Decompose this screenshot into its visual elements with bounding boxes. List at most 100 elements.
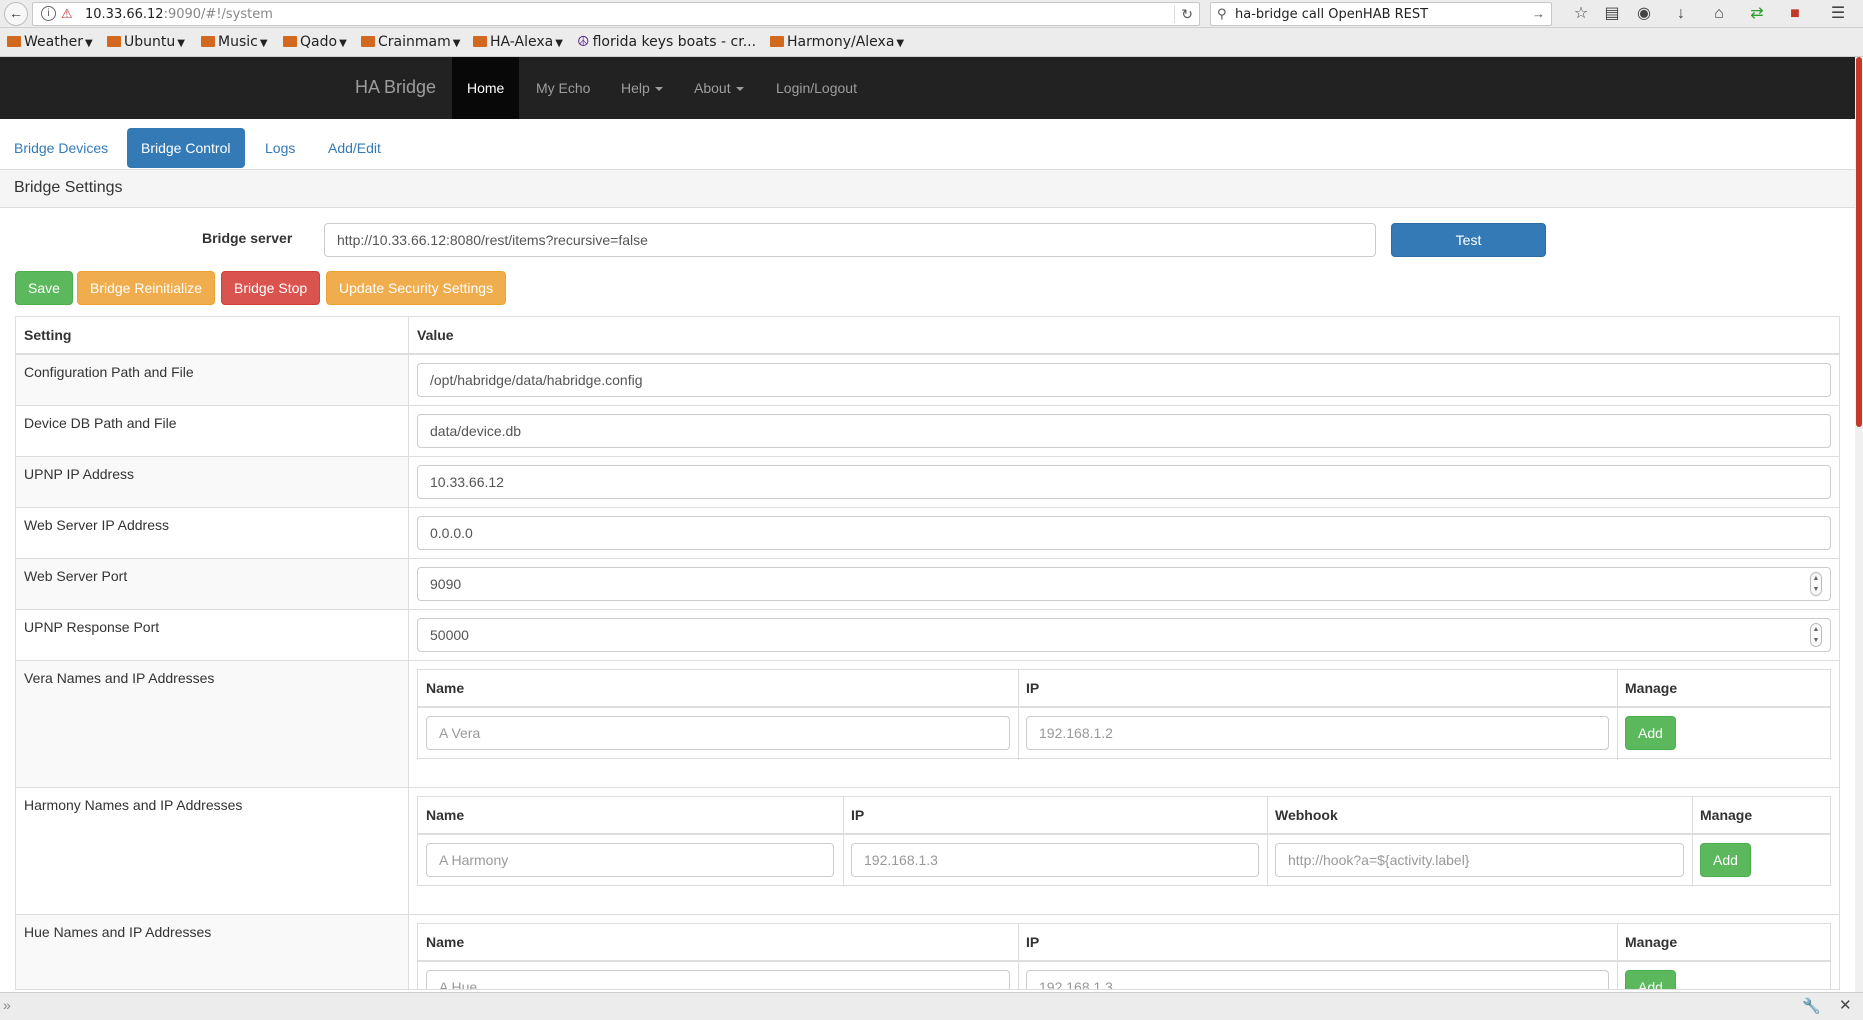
folder-icon <box>770 36 784 47</box>
table-row: Web Server Port 9090 ▲ ▼ <box>16 559 1839 610</box>
wrench-icon[interactable]: 🔧 <box>1802 997 1821 1015</box>
header-value: Value <box>417 327 454 343</box>
navbar-brand[interactable]: HA Bridge <box>355 77 436 98</box>
col-ip: IP <box>1026 680 1040 696</box>
device-db-path-input[interactable] <box>417 414 1831 448</box>
url-bar[interactable]: i ⚠ 10.33.66.12:9090/#!/system ↻ <box>32 2 1200 26</box>
addon-icon[interactable]: ■ <box>1784 3 1806 25</box>
bridge-stop-button[interactable]: Bridge Stop <box>221 271 321 305</box>
home-icon[interactable]: ⌂ <box>1708 3 1730 25</box>
settings-table: Setting Value Configuration Path and Fil… <box>15 316 1840 990</box>
table-row: UPNP IP Address <box>16 457 1839 508</box>
hue-add-button[interactable]: Add <box>1625 970 1676 989</box>
browser-toolbar: ← i ⚠ 10.33.66.12:9090/#!/system ↻ ⚲ ha-… <box>0 0 1863 28</box>
table-row: Configuration Path and File <box>16 355 1839 406</box>
nav-about[interactable]: About <box>679 57 759 119</box>
vera-table: Name IP Manage Add <box>417 669 1831 760</box>
caret-down-icon <box>654 87 663 92</box>
double-chevron-icon[interactable]: » <box>3 997 11 1013</box>
config-path-input[interactable] <box>417 363 1831 397</box>
hue-ip-input[interactable] <box>1026 970 1609 989</box>
bookmark-weather[interactable]: Weather ▼ <box>7 34 93 50</box>
col-manage: Manage <box>1625 680 1678 696</box>
caret-down-icon <box>735 87 744 92</box>
bookmark-star-icon[interactable]: ☆ <box>1570 3 1592 25</box>
bookmark-harmony-alexa[interactable]: Harmony/Alexa ▼ <box>770 34 904 50</box>
menu-icon[interactable]: ☰ <box>1827 3 1849 25</box>
folder-icon <box>361 36 375 47</box>
nav-login-logout[interactable]: Login/Logout <box>761 57 872 119</box>
search-icon: ⚲ <box>1217 6 1227 21</box>
harmony-name-input[interactable] <box>426 843 834 877</box>
reading-list-icon[interactable]: ▤ <box>1601 3 1623 25</box>
harmony-table-header: Name IP Webhook Manage <box>418 797 1830 835</box>
bookmarks-bar: Weather ▼ Ubuntu ▼ Music ▼ Qado ▼ Crainmam ▼ … <box>0 28 1863 57</box>
upnp-response-port-input[interactable]: 50000 ▲ ▼ <box>417 618 1831 652</box>
nav-help[interactable]: Help <box>606 57 678 119</box>
number-spinner-icon[interactable]: ▲ ▼ <box>1810 623 1822 647</box>
setting-label: Web Server IP Address <box>24 517 169 533</box>
bookmark-music[interactable]: Music ▼ <box>201 34 268 50</box>
web-server-port-input[interactable]: 9090 ▲ ▼ <box>417 567 1831 601</box>
upnp-ip-input[interactable] <box>417 465 1831 499</box>
nav-home[interactable]: Home <box>452 57 520 119</box>
reload-icon[interactable]: ↻ <box>1174 6 1193 23</box>
close-icon[interactable]: ✕ <box>1839 996 1852 1014</box>
sync-arrows-icon[interactable]: ⇄ <box>1746 3 1768 25</box>
harmony-ip-input[interactable] <box>851 843 1259 877</box>
vera-add-button[interactable]: Add <box>1625 716 1676 750</box>
table-row: UPNP Response Port 50000 ▲ ▼ <box>16 610 1839 661</box>
web-server-ip-input[interactable] <box>417 516 1831 550</box>
save-button[interactable]: Save <box>15 271 73 305</box>
bridge-server-input[interactable] <box>324 223 1376 257</box>
folder-icon <box>201 36 215 47</box>
bookmark-crainmam[interactable]: Crainmam ▼ <box>361 34 460 50</box>
table-row: Vera Names and IP Addresses Name IP Mana… <box>16 661 1839 788</box>
top-navbar: HA Bridge Home My Echo Help About Login/… <box>0 57 1855 119</box>
tab-bridge-control[interactable]: Bridge Control <box>127 128 245 168</box>
col-ip: IP <box>1026 934 1040 950</box>
vera-name-input[interactable] <box>426 716 1010 750</box>
update-security-button[interactable]: Update Security Settings <box>326 271 507 305</box>
url-text[interactable]: 10.33.66.12:9090/#!/system <box>85 7 273 22</box>
vera-ip-input[interactable] <box>1026 716 1609 750</box>
bookmark-ubuntu[interactable]: Ubuntu ▼ <box>107 34 185 50</box>
hue-name-input[interactable] <box>426 970 1010 989</box>
number-spinner-icon[interactable]: ▲ ▼ <box>1810 572 1822 596</box>
bookmark-qado[interactable]: Qado ▼ <box>283 34 347 50</box>
search-bar[interactable]: ⚲ ha-bridge call OpenHAB REST → <box>1210 2 1552 26</box>
test-button[interactable]: Test <box>1391 223 1546 257</box>
back-arrow-icon[interactable]: ← <box>4 2 28 26</box>
setting-label: Web Server Port <box>24 568 128 584</box>
table-row: Hue Names and IP Addresses Name IP Manag… <box>16 915 1839 989</box>
vera-table-header: Name IP Manage <box>418 670 1830 708</box>
tab-bridge-devices[interactable]: Bridge Devices <box>0 128 122 168</box>
search-go-icon[interactable]: → <box>1532 6 1545 21</box>
info-icon[interactable]: i <box>41 6 56 21</box>
col-manage: Manage <box>1700 807 1753 823</box>
peace-icon: ☮ <box>577 34 590 50</box>
setting-label: Device DB Path and File <box>24 415 177 431</box>
download-icon[interactable]: ↓ <box>1670 3 1692 25</box>
bridge-reinitialize-button[interactable]: Bridge Reinitialize <box>77 271 216 305</box>
settings-table-header: Setting Value <box>16 317 1839 355</box>
col-name: Name <box>426 934 465 950</box>
tab-add-edit[interactable]: Add/Edit <box>314 128 395 168</box>
scrollbar-thumb[interactable] <box>1856 57 1862 427</box>
folder-icon <box>283 36 297 47</box>
folder-icon <box>107 36 121 47</box>
search-text[interactable]: ha-bridge call OpenHAB REST <box>1235 7 1428 22</box>
insecure-lock-icon: ⚠ <box>61 6 73 21</box>
setting-label: Hue Names and IP Addresses <box>24 924 212 940</box>
tab-logs[interactable]: Logs <box>251 128 309 168</box>
bookmark-ha-alexa[interactable]: HA-Alexa ▼ <box>473 34 563 50</box>
folder-icon <box>7 36 21 47</box>
page-scrollbar[interactable] <box>1855 57 1863 992</box>
nav-my-echo[interactable]: My Echo <box>521 57 605 119</box>
pocket-icon[interactable]: ◉ <box>1633 3 1655 25</box>
bridge-server-label: Bridge server <box>202 230 293 246</box>
hue-table: Name IP Manage Add <box>417 923 1831 989</box>
harmony-webhook-input[interactable] <box>1275 843 1684 877</box>
harmony-add-button[interactable]: Add <box>1700 843 1751 877</box>
bookmark-florida-keys[interactable]: ☮ florida keys boats - cr... <box>577 34 756 50</box>
